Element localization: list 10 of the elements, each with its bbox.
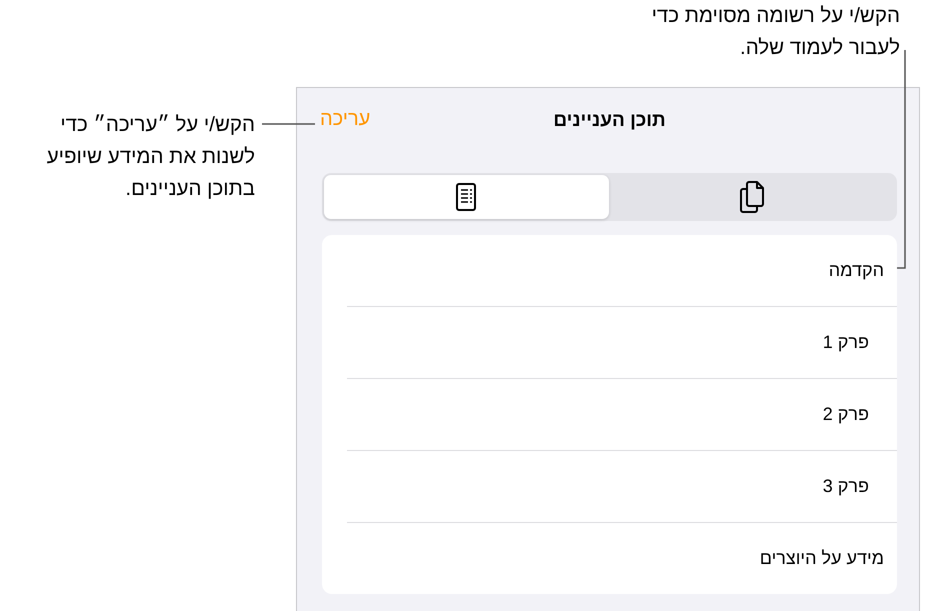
list-item[interactable]: פרק 1 <box>822 332 869 353</box>
leader-line <box>262 123 315 125</box>
list-item[interactable]: מידע על היוצרים <box>760 548 884 569</box>
list-item[interactable]: פרק 3 <box>822 476 869 497</box>
list-item[interactable]: פרק 2 <box>822 404 869 425</box>
list-document-icon <box>455 182 478 212</box>
callout-text: הקש/י על ״עריכה״ כדי לשנות את המידע שיופיע בתוכן העניינים. <box>46 112 255 202</box>
list-item[interactable]: הקדמה <box>828 260 884 281</box>
callout-text: הקש/י על רשומה מסוימת כדי לעבור לעמוד שלה. <box>650 3 900 61</box>
panel-title: תוכן העניינים <box>553 110 666 132</box>
